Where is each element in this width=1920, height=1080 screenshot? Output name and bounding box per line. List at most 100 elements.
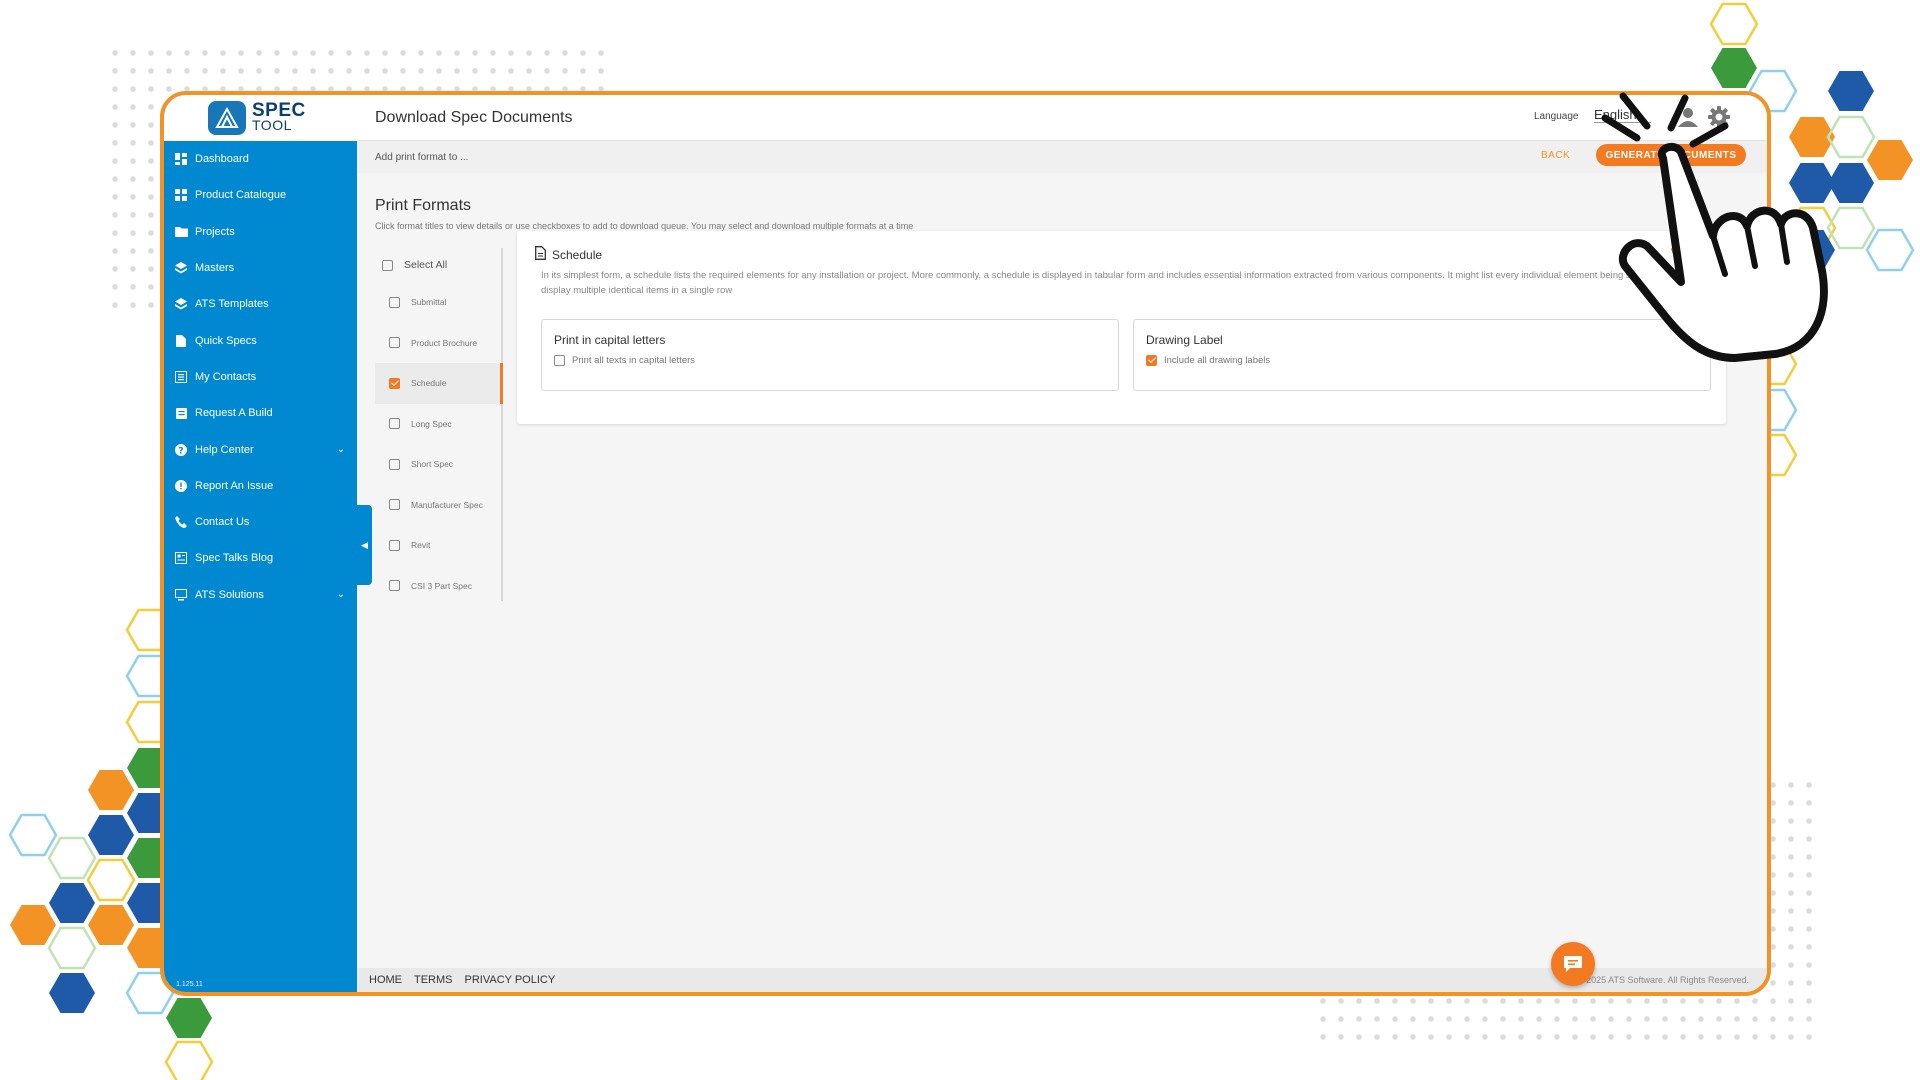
detail-title: Schedule xyxy=(552,247,603,262)
sidebar-item-help-center[interactable]: ? Help Center ⌄ xyxy=(164,431,357,467)
option-heading: Drawing Label xyxy=(1146,333,1223,347)
sidebar-item-quick-specs[interactable]: Quick Specs xyxy=(164,322,357,358)
section-subtitle: Click format titles to view details or u… xyxy=(375,221,914,231)
sidebar-item-label: Report An Issue xyxy=(195,479,274,492)
checkbox[interactable] xyxy=(554,355,565,366)
monitor-icon xyxy=(174,588,188,602)
spec-tool-logo-icon xyxy=(208,101,246,135)
checkbox[interactable] xyxy=(389,377,400,389)
alert-icon xyxy=(174,479,188,493)
sidebar-item-request-a-build[interactable]: Request A Build xyxy=(164,395,357,431)
format-label[interactable]: Long Spec xyxy=(411,419,452,429)
sidebar-item-my-contacts[interactable]: My Contacts xyxy=(164,359,357,395)
format-label[interactable]: Product Brochure xyxy=(411,338,477,348)
layers-icon xyxy=(174,297,188,311)
format-item-manufacturer-spec[interactable]: Manufacturer Spec xyxy=(375,485,501,526)
catalogue-icon xyxy=(174,188,188,202)
app-version: 1.125.11 xyxy=(176,981,203,988)
svg-text:?: ? xyxy=(178,446,183,456)
format-label[interactable]: Manufacturer Spec xyxy=(411,500,483,510)
sidebar-item-ats-templates[interactable]: ATS Templates xyxy=(164,286,357,322)
blog-icon xyxy=(174,551,188,565)
format-item-csi-3-part-spec[interactable]: CSI 3 Part Spec xyxy=(375,566,501,607)
phone-icon xyxy=(174,515,188,529)
language-label: Language xyxy=(1534,111,1579,122)
format-label[interactable]: Submittal xyxy=(411,297,446,307)
sidebar-item-product-catalogue[interactable]: Product Catalogue xyxy=(164,177,357,213)
checkbox[interactable] xyxy=(389,458,400,470)
chat-button[interactable] xyxy=(1551,942,1595,986)
sidebar: SPEC TOOL Dashboard Product Catalogue Pr… xyxy=(164,95,357,992)
checkbox[interactable] xyxy=(389,418,400,430)
select-all-label: Select All xyxy=(404,259,448,271)
format-list: Select All Submittal Product Brochure Sc… xyxy=(375,248,503,601)
sidebar-item-projects[interactable]: Projects xyxy=(164,214,357,250)
footer-link-terms[interactable]: TERMS xyxy=(414,974,453,986)
footer-link-privacy-policy[interactable]: PRIVACY POLICY xyxy=(465,974,556,986)
chat-icon xyxy=(1564,956,1582,972)
checkbox[interactable] xyxy=(1146,355,1157,366)
sidebar-item-label: Masters xyxy=(195,262,235,275)
format-label[interactable]: CSI 3 Part Spec xyxy=(411,581,472,591)
format-item-schedule[interactable]: Schedule xyxy=(375,363,503,404)
sidebar-item-ats-solutions[interactable]: ATS Solutions ⌄ xyxy=(164,577,357,613)
folder-icon xyxy=(174,225,188,239)
format-label[interactable]: Schedule xyxy=(411,378,446,388)
document-icon xyxy=(174,334,188,348)
select-all-checkbox[interactable]: Select All xyxy=(375,248,501,282)
option-heading: Print in capital letters xyxy=(554,333,666,347)
format-item-product-brochure[interactable]: Product Brochure xyxy=(375,323,501,364)
document-icon xyxy=(535,246,546,263)
checkbox[interactable] xyxy=(389,539,400,551)
section-title: Print Formats xyxy=(375,197,472,214)
sidebar-item-label: Projects xyxy=(195,225,235,238)
footer-link-home[interactable]: HOME xyxy=(369,974,402,986)
breadcrumb: Add print format to ... xyxy=(375,152,469,163)
format-item-submittal[interactable]: Submittal xyxy=(375,282,501,323)
format-label[interactable]: Short Spec xyxy=(411,459,453,469)
clipboard-icon xyxy=(174,406,188,420)
option-label: Include all drawing labels xyxy=(1164,355,1271,366)
option-card-capital-letters: Print in capital letters Print all texts… xyxy=(541,319,1119,391)
sidebar-item-label: Dashboard xyxy=(195,153,249,166)
format-item-short-spec[interactable]: Short Spec xyxy=(375,444,501,485)
main-content: Print Formats Click format titles to vie… xyxy=(357,173,1767,968)
app-window: SPEC TOOL Dashboard Product Catalogue Pr… xyxy=(160,91,1771,996)
format-detail-card: Schedule VI In its simplest form, a sche… xyxy=(517,231,1726,424)
format-item-revit[interactable]: Revit xyxy=(375,525,501,566)
sidebar-nav: Dashboard Product Catalogue Projects Mas… xyxy=(164,141,357,613)
back-button[interactable]: BACK xyxy=(1541,150,1570,161)
sidebar-item-report-an-issue[interactable]: Report An Issue xyxy=(164,468,357,504)
top-bar: Download Spec Documents Language English xyxy=(357,95,1767,141)
option-row[interactable]: Include all drawing labels xyxy=(1146,355,1270,366)
sidebar-item-masters[interactable]: Masters xyxy=(164,250,357,286)
help-icon: ? xyxy=(174,443,188,457)
format-label[interactable]: Revit xyxy=(411,540,430,550)
format-item-long-spec[interactable]: Long Spec xyxy=(375,404,501,445)
sidebar-item-label: Quick Specs xyxy=(195,334,257,347)
sidebar-item-spec-talks-blog[interactable]: Spec Talks Blog xyxy=(164,540,357,576)
sidebar-item-label: Spec Talks Blog xyxy=(195,552,274,565)
action-bar: Add print format to ... BACK GENERATE DO… xyxy=(357,141,1767,173)
sidebar-item-label: My Contacts xyxy=(195,370,257,383)
logo-text-spec: SPEC xyxy=(252,100,306,121)
chevron-down-icon[interactable]: ⌄ xyxy=(337,589,345,600)
checkbox[interactable] xyxy=(389,337,400,349)
checkbox[interactable] xyxy=(389,499,400,511)
option-row[interactable]: Print all texts in capital letters xyxy=(554,355,695,366)
sidebar-item-label: Request A Build xyxy=(195,407,273,420)
sidebar-item-label: Contact Us xyxy=(195,516,250,529)
sidebar-item-label: Product Catalogue xyxy=(195,189,287,202)
chevron-down-icon[interactable]: ⌄ xyxy=(337,444,345,455)
dashboard-icon xyxy=(174,152,188,166)
contacts-icon xyxy=(174,370,188,384)
sidebar-item-dashboard[interactable]: Dashboard xyxy=(164,141,357,177)
checkbox[interactable] xyxy=(389,580,400,592)
checkbox[interactable] xyxy=(382,259,393,271)
sidebar-item-contact-us[interactable]: Contact Us xyxy=(164,504,357,540)
logo[interactable]: SPEC TOOL xyxy=(164,95,357,141)
page-title: Download Spec Documents xyxy=(375,109,573,126)
sidebar-item-label: Help Center xyxy=(195,443,254,456)
checkbox[interactable] xyxy=(389,296,400,308)
detail-description: In its simplest form, a schedule lists t… xyxy=(541,270,1681,296)
